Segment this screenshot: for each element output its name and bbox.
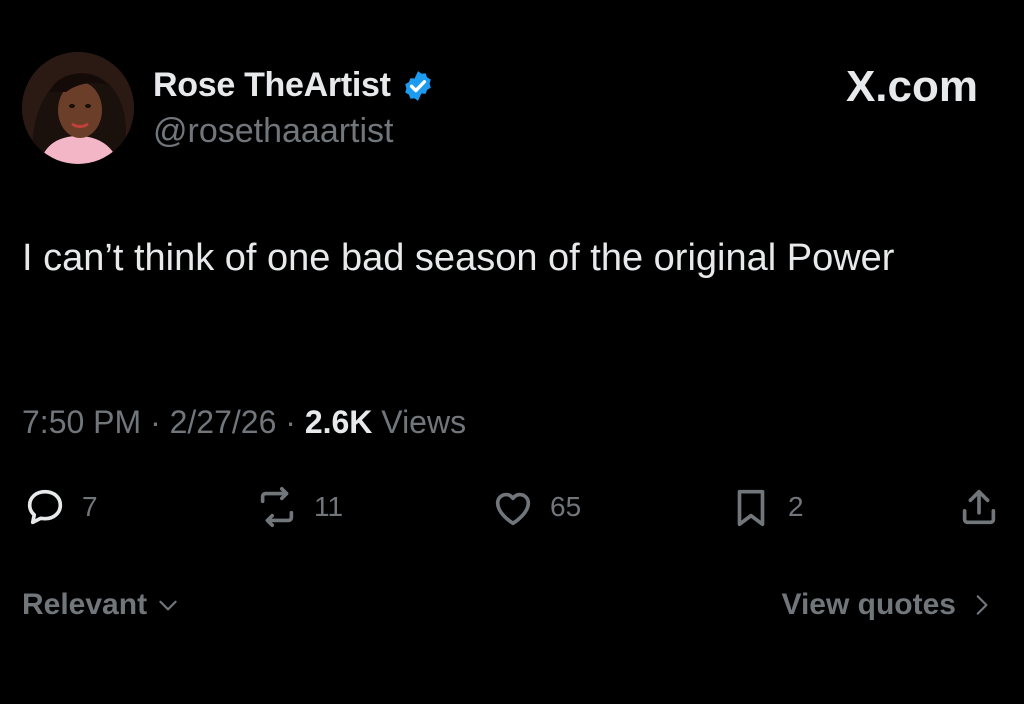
avatar-image [22, 52, 134, 164]
author-display-name[interactable]: Rose TheArtist [153, 66, 391, 105]
post-date[interactable]: 2/27/26 [170, 404, 277, 440]
bookmark-count: 2 [788, 491, 804, 522]
post-meta: 7:50 PM · 2/27/26 · 2.6K Views [22, 404, 466, 441]
reply-count: 7 [82, 491, 98, 522]
bookmark-icon [737, 489, 765, 527]
post-time[interactable]: 7:50 PM [22, 404, 141, 440]
chevron-down-icon [159, 600, 177, 611]
repost-icon [260, 486, 294, 528]
meta-separator: · [150, 404, 161, 440]
share-icon [962, 489, 996, 525]
x-com-watermark: X.com [845, 62, 978, 111]
like-count: 65 [550, 491, 582, 522]
chevron-right-icon [976, 595, 988, 615]
view-quotes-label: View quotes [781, 588, 957, 621]
verified-badge-icon [404, 70, 431, 101]
bookmark-button[interactable]: 2 [728, 484, 804, 530]
share-button[interactable] [956, 484, 1002, 530]
views-label: Views [381, 404, 467, 440]
reply-button[interactable]: 7 [22, 484, 98, 530]
reply-icon [27, 489, 63, 525]
repost-button[interactable]: 11 [254, 484, 343, 530]
post-text: I can’t think of one bad season of the o… [22, 237, 895, 279]
like-icon [495, 492, 531, 526]
author-handle[interactable]: @rosethaaartist [153, 112, 394, 151]
view-quotes-link[interactable]: View quotes [782, 588, 995, 622]
author-name-row[interactable]: Rose TheArtist [153, 66, 435, 105]
views-count: 2.6K [304, 404, 373, 440]
avatar[interactable] [22, 52, 134, 164]
sort-label: Relevant [22, 588, 148, 621]
repost-count: 11 [314, 491, 344, 522]
action-bar: 7 11 65 2 [22, 484, 1002, 534]
sort-dropdown[interactable]: Relevant [22, 588, 181, 622]
meta-separator: · [285, 404, 296, 440]
like-button[interactable]: 65 [490, 484, 581, 530]
